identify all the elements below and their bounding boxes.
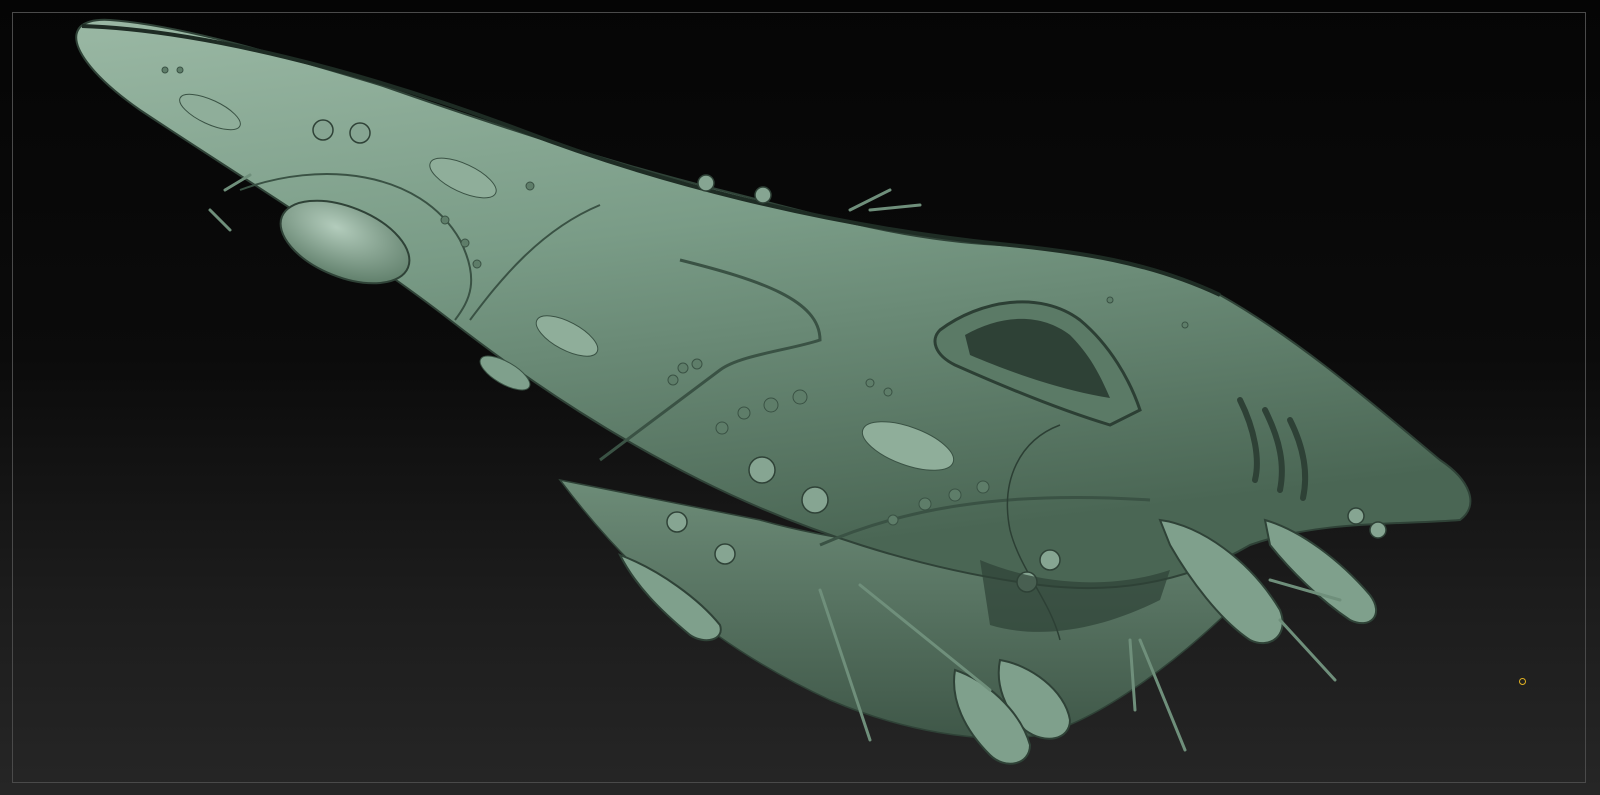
sculpted-spaceship-model[interactable] xyxy=(0,0,1600,795)
3d-viewport[interactable] xyxy=(0,0,1600,795)
brush-cursor-icon xyxy=(1519,678,1526,685)
hull-main xyxy=(75,18,1472,590)
